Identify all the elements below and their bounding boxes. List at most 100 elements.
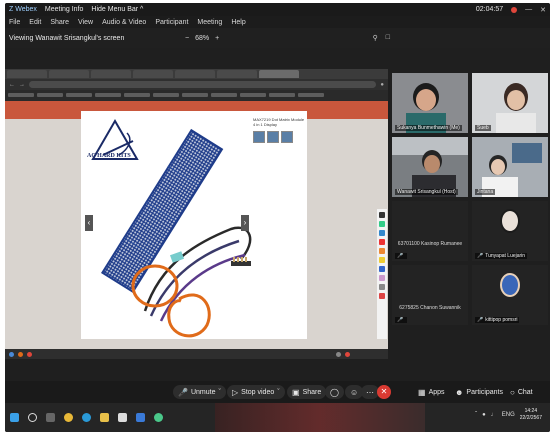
app-icon[interactable] [336,351,341,357]
participant-tile[interactable]: Wanawit Srisangkul (Host) [392,137,468,197]
browser-tab[interactable] [49,70,89,78]
chevron-up-icon[interactable]: ˆ [475,412,477,418]
bookmark[interactable] [8,93,34,97]
chevron-down-icon[interactable]: ˇ [277,389,279,396]
highlighter-tool-icon[interactable] [379,221,385,227]
app-icon[interactable] [27,351,32,357]
browser-tab-active[interactable] [259,70,299,78]
menu-share[interactable]: Share [50,19,69,26]
meeting-info-link[interactable]: Meeting Info [45,6,84,13]
edge-icon[interactable] [82,413,91,422]
eraser-tool-icon[interactable] [379,275,385,281]
clock[interactable]: 14:24 22/2/2567 [520,408,542,422]
bookmark[interactable] [124,93,150,97]
menu-view[interactable]: View [78,19,93,26]
file-explorer-icon[interactable] [100,413,109,422]
bookmark[interactable] [182,93,208,97]
participant-tile[interactable]: Sukanya Bunmethawin (Me) [392,73,468,133]
color-orange-icon[interactable] [379,248,385,254]
extensions-icon[interactable]: ● [380,82,384,88]
participant-tile[interactable]: Sueb [472,73,548,133]
network-icon[interactable]: ● [482,412,486,418]
browser-tab[interactable] [175,70,215,78]
forward-icon[interactable]: → [19,82,25,88]
bookmark[interactable] [37,93,63,97]
menu-participant[interactable]: Participant [155,19,188,26]
participant-tile[interactable]: 63701100 Kasinop Rumanee 🎤 [392,201,468,261]
participant-tile[interactable]: 6275825 Chanon Suwannik 🎤 [392,265,468,325]
shared-screen[interactable]: ← → ● AC HARD KITS MAX7219 Dot Matrix Mo… [5,69,388,359]
browser-tab[interactable] [7,70,47,78]
share-button[interactable]: ▣ Share [287,385,327,399]
bookmark[interactable] [269,93,295,97]
menu-file[interactable]: File [9,19,20,26]
record-button[interactable]: ◯ [325,385,344,399]
color-blue-icon[interactable] [379,266,385,272]
end-call-button[interactable]: ✕ [377,385,391,399]
undo-icon[interactable] [379,284,385,290]
record-icon: ◯ [330,387,339,397]
chat-button[interactable]: ○ Chat [505,385,538,399]
minimize-button[interactable]: — [525,6,532,13]
bookmark[interactable] [95,93,121,97]
language-indicator[interactable]: ENG [502,412,515,418]
volume-icon[interactable]: ♩ [491,412,497,418]
title-bar: Z Webex Meeting Info Hide Menu Bar ^ 02:… [5,3,550,16]
view-options: ⚲ □ [373,34,390,42]
color-red-icon[interactable] [379,239,385,245]
stop-video-button[interactable]: ▷ Stop video ˇ [227,385,285,399]
menu-bar: File Edit Share View Audio & Video Parti… [5,16,550,28]
carousel-prev-button[interactable]: ‹ [85,215,93,231]
bookmark[interactable] [298,93,324,97]
participant-name: Sukanya Bunmethawin (Me) [395,125,462,131]
shape-tool-icon[interactable] [379,230,385,236]
search-icon[interactable]: ⚲ [373,34,378,42]
carousel-next-button[interactable]: › [241,215,249,231]
mail-icon[interactable] [136,413,145,422]
browser-tab[interactable] [91,70,131,78]
muted-mic-icon: 🎤 [395,317,408,323]
close-window-button[interactable]: ✕ [540,6,546,14]
app-icon[interactable] [345,351,350,357]
app-icon[interactable] [9,351,14,357]
browser-tab[interactable] [217,70,257,78]
menu-help[interactable]: Help [231,19,245,26]
webex-icon[interactable] [154,413,163,422]
menu-meeting[interactable]: Meeting [197,19,222,26]
bookmark[interactable] [211,93,237,97]
fullscreen-icon[interactable]: □ [386,34,390,42]
search-icon[interactable] [28,413,37,422]
chrome-icon[interactable] [64,413,73,422]
led-matrix-module-image [101,128,252,338]
bookmark[interactable] [240,93,266,97]
participant-tile[interactable]: 🎤 Tunyapat Luejarin [472,201,548,261]
hide-menu-bar-button[interactable]: Hide Menu Bar ^ [91,6,143,13]
task-view-icon[interactable] [46,413,55,422]
store-icon[interactable] [118,413,127,422]
participant-name: Wanawit Srisangkul (Host) [395,189,458,195]
product-image-panel[interactable]: AC HARD KITS MAX7219 Dot Matrix Module 4… [81,111,307,339]
participant-tile[interactable]: Jintana [472,137,548,197]
os-taskbar: ˆ ● ♩ ENG 14:24 22/2/2567 [5,403,550,432]
app-icon[interactable] [18,351,23,357]
menu-audio-video[interactable]: Audio & Video [102,19,146,26]
menu-edit[interactable]: Edit [29,19,41,26]
url-field[interactable] [29,81,377,88]
clear-icon[interactable] [379,293,385,299]
apps-button[interactable]: ▦ Apps [413,385,450,399]
back-icon[interactable]: ← [9,82,15,88]
bookmark[interactable] [153,93,179,97]
color-yellow-icon[interactable] [379,257,385,263]
bookmark[interactable] [66,93,92,97]
windows-start-icon[interactable] [10,413,19,422]
pen-tool-icon[interactable] [379,212,385,218]
chevron-down-icon[interactable]: ˇ [218,389,220,396]
browser-tab[interactable] [133,70,173,78]
participant-tile[interactable]: 🎤 kittipop pomsri [472,265,548,325]
zoom-controls: − 68% + [185,35,219,42]
participant-video [472,73,548,133]
zoom-in-button[interactable]: + [215,35,219,42]
participants-button[interactable]: ☻ Participants [450,385,508,399]
zoom-out-button[interactable]: − [185,35,189,42]
unmute-button[interactable]: 🎤 Unmute ˇ [173,385,226,399]
